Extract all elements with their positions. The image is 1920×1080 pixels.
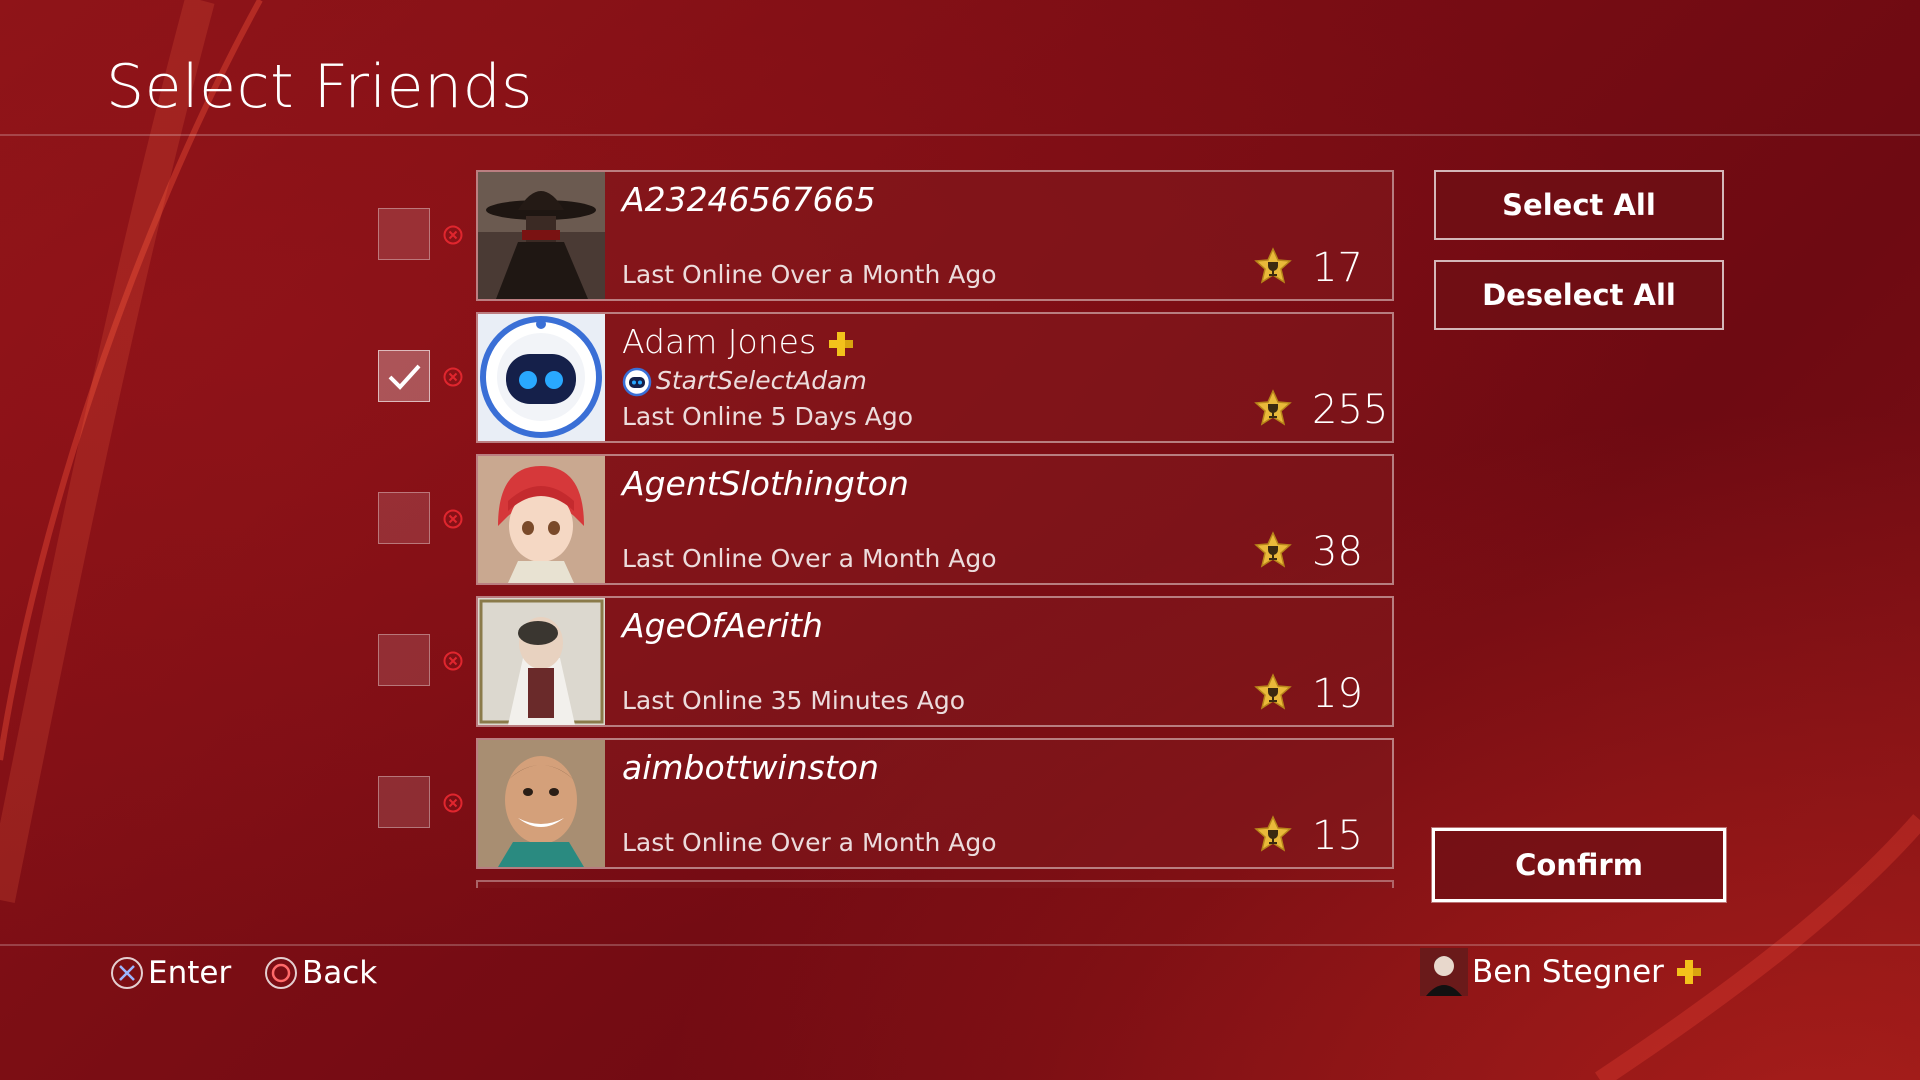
friend-card[interactable]: A23246567665 Last Online Over a Month Ag… bbox=[476, 170, 1394, 301]
avatar bbox=[478, 456, 605, 583]
cross-button-icon bbox=[111, 957, 143, 989]
playstation-plus-icon bbox=[1676, 960, 1701, 984]
circle-button-icon bbox=[265, 957, 297, 989]
checkmark-icon bbox=[388, 364, 421, 390]
avatar bbox=[478, 314, 605, 441]
friend-name: AgentSlothington bbox=[622, 464, 909, 503]
enter-hint: Enter bbox=[110, 955, 231, 991]
user-name: Ben Stegner bbox=[1472, 954, 1664, 990]
trophy-icon bbox=[1254, 673, 1292, 710]
select-checkbox[interactable] bbox=[378, 634, 430, 686]
remove-icon[interactable] bbox=[443, 225, 463, 245]
avatar bbox=[478, 172, 605, 299]
friend-row[interactable]: Adam Jones StartSelectAdam Last Online 5… bbox=[378, 312, 1394, 443]
last-online: Last Online Over a Month Ago bbox=[622, 828, 997, 857]
back-hint: Back bbox=[264, 955, 377, 991]
select-all-button[interactable]: Select All bbox=[1434, 170, 1724, 240]
trophy-icon bbox=[1254, 247, 1292, 284]
trophy-level: 17 bbox=[1312, 245, 1363, 291]
remove-icon[interactable] bbox=[443, 651, 463, 671]
friend-card[interactable]: AgentSlothington Last Online Over a Mont… bbox=[476, 454, 1394, 585]
friend-card[interactable]: Adam Jones StartSelectAdam Last Online 5… bbox=[476, 312, 1394, 443]
avatar bbox=[478, 740, 605, 867]
friend-name: A23246567665 bbox=[622, 180, 876, 219]
trophy-icon bbox=[1254, 531, 1292, 568]
trophy-level: 38 bbox=[1312, 529, 1363, 575]
trophy-level: 255 bbox=[1312, 387, 1389, 433]
user-avatar bbox=[1420, 948, 1468, 996]
last-online: Last Online Over a Month Ago bbox=[622, 260, 997, 289]
online-id-text: StartSelectAdam bbox=[656, 366, 867, 395]
friend-name: aimbottwinston bbox=[622, 748, 879, 787]
friend-name: Adam Jones bbox=[622, 322, 817, 361]
remove-icon[interactable] bbox=[443, 509, 463, 529]
playstation-plus-icon bbox=[829, 331, 854, 356]
friend-row[interactable]: AgentSlothington Last Online Over a Mont… bbox=[378, 454, 1394, 585]
last-online: Last Online 5 Days Ago bbox=[622, 402, 914, 431]
page-title: Select Friends bbox=[106, 52, 533, 122]
trophy-level: 19 bbox=[1312, 671, 1363, 717]
mini-avatar-icon bbox=[622, 367, 652, 397]
back-label: Back bbox=[302, 955, 378, 991]
trophy-icon bbox=[1254, 815, 1292, 852]
avatar bbox=[478, 598, 605, 725]
trophy-icon bbox=[1254, 389, 1292, 426]
friend-row[interactable]: A23246567665 Last Online Over a Month Ag… bbox=[378, 170, 1394, 301]
friend-row[interactable]: AgeOfAerith Last Online 35 Minutes Ago 1… bbox=[378, 596, 1394, 727]
online-id: StartSelectAdam bbox=[622, 366, 867, 397]
last-online: Last Online 35 Minutes Ago bbox=[622, 686, 965, 715]
select-checkbox[interactable] bbox=[378, 208, 430, 260]
last-online: Last Online Over a Month Ago bbox=[622, 544, 997, 573]
friend-card[interactable]: aimbottwinston Last Online Over a Month … bbox=[476, 738, 1394, 869]
remove-icon[interactable] bbox=[443, 793, 463, 813]
enter-label: Enter bbox=[148, 955, 232, 991]
remove-icon[interactable] bbox=[443, 367, 463, 387]
footer-divider bbox=[0, 944, 1920, 946]
friend-real-name: Adam Jones bbox=[622, 322, 854, 361]
deselect-all-button[interactable]: Deselect All bbox=[1434, 260, 1724, 330]
header-divider bbox=[0, 134, 1920, 136]
friend-card-partial bbox=[476, 880, 1394, 888]
select-checkbox[interactable] bbox=[378, 492, 430, 544]
friend-row[interactable]: aimbottwinston Last Online Over a Month … bbox=[378, 738, 1394, 869]
trophy-level: 15 bbox=[1312, 813, 1363, 859]
friend-card[interactable]: AgeOfAerith Last Online 35 Minutes Ago 1… bbox=[476, 596, 1394, 727]
user-profile: Ben Stegner bbox=[1420, 948, 1706, 996]
confirm-button[interactable]: Confirm bbox=[1432, 828, 1726, 902]
select-checkbox[interactable] bbox=[378, 776, 430, 828]
friend-name: AgeOfAerith bbox=[622, 606, 823, 645]
select-checkbox[interactable] bbox=[378, 350, 430, 402]
